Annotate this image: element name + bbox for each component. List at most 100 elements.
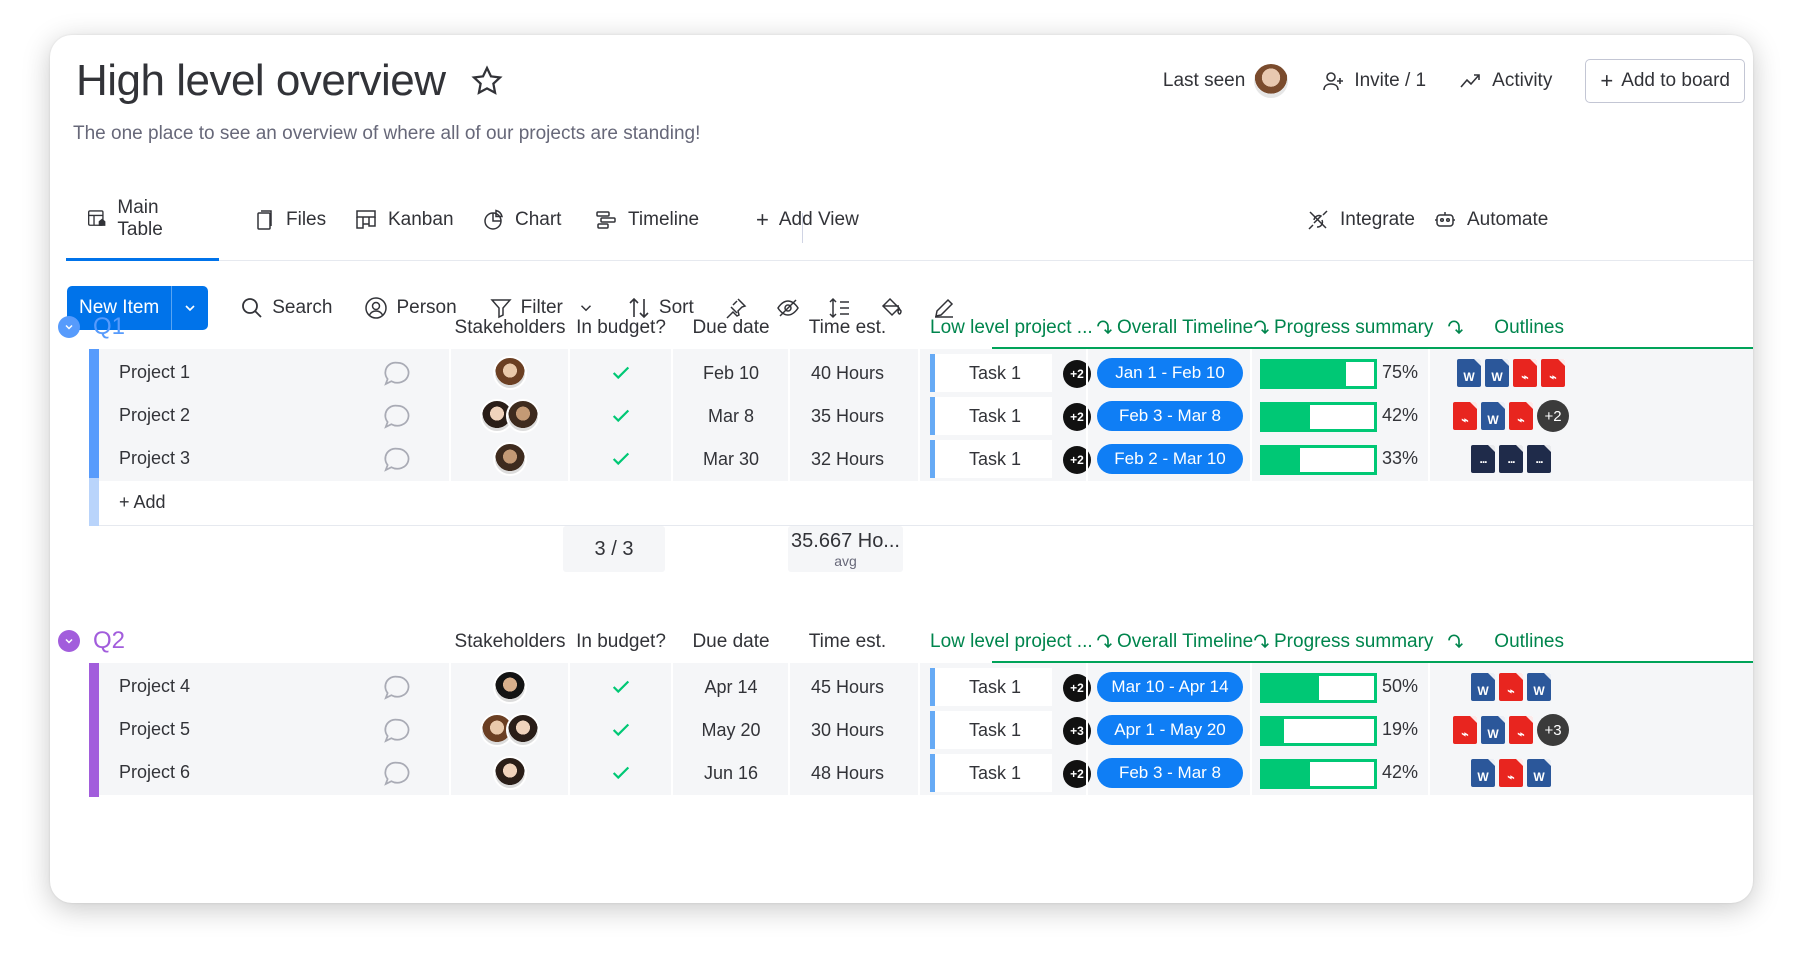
chat-bubble-icon[interactable]	[382, 759, 412, 789]
in-budget-cell[interactable]	[570, 749, 672, 797]
stakeholders-cell[interactable]	[451, 435, 569, 483]
linked-task[interactable]: Task 1	[930, 711, 1052, 749]
due-date-cell[interactable]: Apr 14	[673, 663, 789, 711]
column-header-in-budget[interactable]: In budget?	[570, 317, 672, 339]
timeline-pill[interactable]: Mar 10 - Apr 14	[1097, 672, 1243, 702]
stakeholders-cell[interactable]	[451, 349, 569, 397]
pdf-file-icon[interactable]: ⌁	[1509, 716, 1533, 744]
outlines-files[interactable]: W ⌁ W	[1430, 663, 1592, 711]
pdf-file-icon[interactable]: ⌁	[1453, 716, 1477, 744]
table-row[interactable]: Project 5 May 20 30 Hours Task 1 +3 Apr …	[89, 706, 1753, 754]
document-file-icon[interactable]: ...	[1471, 445, 1495, 473]
stakeholders-cell[interactable]	[451, 663, 569, 711]
column-header-low-level[interactable]: Low level project ...	[930, 631, 1093, 653]
timeline-pill[interactable]: Apr 1 - May 20	[1097, 715, 1243, 745]
time-est-cell[interactable]: 45 Hours	[790, 663, 905, 711]
chat-bubble-icon[interactable]	[382, 716, 412, 746]
tab-add-view[interactable]: + Add View	[736, 179, 879, 261]
time-est-cell[interactable]: 48 Hours	[790, 749, 905, 797]
column-header-in-budget[interactable]: In budget?	[570, 631, 672, 653]
column-header-time-est[interactable]: Time est.	[790, 631, 905, 653]
pdf-file-icon[interactable]: ⌁	[1499, 759, 1523, 787]
due-date-cell[interactable]: Mar 8	[673, 392, 789, 440]
column-header-time-est[interactable]: Time est.	[790, 317, 905, 339]
pdf-file-icon[interactable]: ⌁	[1541, 359, 1565, 387]
tab-kanban[interactable]: Kanban	[334, 179, 474, 261]
avatar[interactable]	[493, 670, 527, 704]
board-subtitle[interactable]: The one place to see an overview of wher…	[73, 123, 700, 145]
time-est-cell[interactable]: 32 Hours	[790, 435, 905, 483]
add-item-row[interactable]: + Add	[89, 478, 1753, 526]
chat-bubble-icon[interactable]	[382, 673, 412, 703]
due-date-cell[interactable]: Feb 10	[673, 349, 789, 397]
stakeholders-cell[interactable]	[451, 706, 569, 754]
word-file-icon[interactable]: W	[1527, 673, 1551, 701]
invite-button[interactable]: Invite / 1	[1321, 69, 1426, 93]
pdf-file-icon[interactable]: ⌁	[1513, 359, 1537, 387]
due-date-cell[interactable]: Jun 16	[673, 749, 789, 797]
linked-task[interactable]: Task 1	[930, 440, 1052, 478]
linked-task[interactable]: Task 1	[930, 754, 1052, 792]
activity-button[interactable]: Activity	[1459, 69, 1552, 93]
table-row[interactable]: Project 3 Mar 30 32 Hours Task 1 +2 Feb …	[89, 435, 1753, 483]
word-file-icon[interactable]: W	[1471, 673, 1495, 701]
stakeholders-cell[interactable]	[451, 392, 569, 440]
column-header-progress-summary[interactable]: Progress summary	[1250, 317, 1433, 339]
avatar[interactable]	[493, 356, 527, 390]
timeline-pill[interactable]: Feb 3 - Mar 8	[1097, 758, 1243, 788]
in-budget-cell[interactable]	[570, 435, 672, 483]
item-name[interactable]: Project 1	[119, 362, 190, 383]
item-name[interactable]: Project 5	[119, 719, 190, 740]
in-budget-cell[interactable]	[570, 392, 672, 440]
column-header-low-level[interactable]: Low level project ...	[930, 317, 1093, 339]
avatar[interactable]	[493, 756, 527, 790]
tab-timeline[interactable]: Timeline	[574, 179, 719, 261]
group-collapse-toggle[interactable]	[58, 316, 80, 338]
column-header-overall-timeline[interactable]: Overall Timeline	[1093, 317, 1253, 339]
time-est-cell[interactable]: 35 Hours	[790, 392, 905, 440]
column-header-due-date[interactable]: Due date	[673, 317, 789, 339]
due-date-cell[interactable]: May 20	[673, 706, 789, 754]
avatar[interactable]	[493, 442, 527, 476]
chat-bubble-icon[interactable]	[382, 445, 412, 475]
more-files-badge[interactable]: +2	[1537, 400, 1569, 432]
column-header-overall-timeline[interactable]: Overall Timeline	[1093, 631, 1253, 653]
avatar[interactable]	[506, 713, 540, 747]
timeline-pill[interactable]: Feb 3 - Mar 8	[1097, 401, 1243, 431]
timeline-pill[interactable]: Jan 1 - Feb 10	[1097, 358, 1243, 388]
outlines-files[interactable]: W W ⌁ ⌁	[1430, 349, 1592, 397]
time-est-cell[interactable]: 30 Hours	[790, 706, 905, 754]
linked-task[interactable]: Task 1	[930, 397, 1052, 435]
tab-chart[interactable]: Chart	[461, 179, 581, 261]
column-header-stakeholders[interactable]: Stakeholders	[441, 631, 579, 653]
chat-bubble-icon[interactable]	[382, 359, 412, 389]
word-file-icon[interactable]: W	[1481, 402, 1505, 430]
group-name[interactable]: Q1	[93, 313, 125, 341]
document-file-icon[interactable]: ...	[1527, 445, 1551, 473]
table-row[interactable]: Project 6 Jun 16 48 Hours Task 1 +2 Feb …	[89, 749, 1753, 797]
timeline-pill[interactable]: Feb 2 - Mar 10	[1097, 444, 1243, 474]
group-collapse-toggle[interactable]	[58, 630, 80, 652]
last-seen[interactable]: Last seen	[1163, 64, 1289, 98]
avatar[interactable]	[506, 399, 540, 433]
outlines-files[interactable]: ⌁ W ⌁ +2	[1430, 392, 1592, 440]
item-name[interactable]: Project 6	[119, 762, 190, 783]
item-name[interactable]: Project 2	[119, 405, 190, 426]
pdf-file-icon[interactable]: ⌁	[1509, 402, 1533, 430]
tab-main-table[interactable]: Main Table	[66, 179, 219, 261]
time-est-cell[interactable]: 40 Hours	[790, 349, 905, 397]
column-header-progress-summary[interactable]: Progress summary	[1250, 631, 1433, 653]
in-budget-cell[interactable]	[570, 706, 672, 754]
star-icon[interactable]	[470, 64, 504, 98]
linked-task[interactable]: Task 1	[930, 354, 1052, 392]
more-files-badge[interactable]: +3	[1537, 714, 1569, 746]
item-name[interactable]: Project 4	[119, 676, 190, 697]
document-file-icon[interactable]: ...	[1499, 445, 1523, 473]
pdf-file-icon[interactable]: ⌁	[1453, 402, 1477, 430]
word-file-icon[interactable]: W	[1481, 716, 1505, 744]
linked-task[interactable]: Task 1	[930, 668, 1052, 706]
column-header-stakeholders[interactable]: Stakeholders	[441, 317, 579, 339]
word-file-icon[interactable]: W	[1485, 359, 1509, 387]
automate-button[interactable]: Automate	[1413, 179, 1568, 261]
table-row[interactable]: Project 1 Feb 10 40 Hours Task 1 +2 Jan …	[89, 349, 1753, 397]
